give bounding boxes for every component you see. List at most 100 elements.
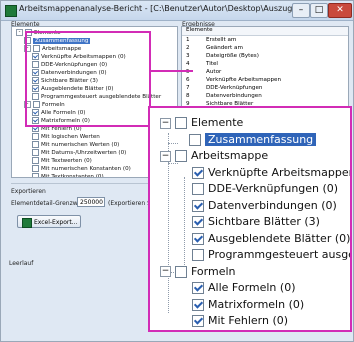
checkbox[interactable] <box>192 249 204 261</box>
tree-item-label: Mit numerischen Konstanten (0) <box>41 166 131 172</box>
checkbox[interactable] <box>175 150 187 162</box>
row-element-name: Verknüpfte Arbeitsmappen <box>206 77 282 83</box>
title-bar: Arbeitsmappenanalyse-Bericht - [C:\Benut… <box>1 1 353 21</box>
checkbox[interactable] <box>32 157 39 164</box>
checkbox[interactable] <box>175 265 187 278</box>
zoomed-tree-item-label: Verknüpfte Arbeitsmappen <box>208 165 352 179</box>
zoomed-tree-item-label: DDE-Verknüpfungen (0) <box>208 182 339 195</box>
row-index: 6 <box>186 77 190 83</box>
tree-item[interactable]: Mit Datums-/Uhrzeitwerten (0) <box>32 149 126 157</box>
zoomed-tree-item-label: Programmgesteuert ausge <box>208 248 352 261</box>
row-element-name: Geändert am <box>206 45 243 51</box>
collapse-toggle-icon[interactable]: - <box>16 29 23 36</box>
zoomed-tree-item: − Elemente <box>160 116 243 132</box>
zoom-source-highlight <box>25 31 151 127</box>
checked-checkbox[interactable] <box>192 199 204 212</box>
checked-checkbox[interactable] <box>192 216 204 228</box>
export-label: Exportieren <box>11 188 46 195</box>
checked-checkbox[interactable] <box>192 166 204 179</box>
tree-item[interactable]: Mit Textwerten (0) <box>32 157 92 165</box>
zoomed-tree-callout: − Elemente Zusammenfassung − Arbeitsmappe Ver… <box>148 106 352 332</box>
status-bar: Leerlauf <box>9 260 34 267</box>
checkbox[interactable] <box>175 117 187 129</box>
zoomed-tree-item-label: Sichtbare Blätter (3) <box>208 215 320 228</box>
zoomed-tree-item-label: Mit Fehlern (0) <box>208 314 289 327</box>
zoomed-tree-item: − Arbeitsmappe <box>160 149 268 165</box>
zoomed-tree-item: Programmgesteuert ausge <box>192 248 352 264</box>
checkbox[interactable] <box>32 141 39 148</box>
checked-checkbox[interactable] <box>192 232 204 245</box>
checkbox[interactable] <box>32 165 39 172</box>
row-index: 1 <box>186 37 190 43</box>
tree-item[interactable]: Mit numerischen Konstanten (0) <box>32 165 131 173</box>
zoomed-tree-item-label: Datenverbindungen (0) <box>208 198 337 212</box>
maximize-button[interactable]: □ <box>310 3 328 18</box>
checkbox[interactable] <box>192 183 204 195</box>
checked-checkbox[interactable] <box>192 315 204 327</box>
tree-item-label: Mit Textkonstanten (0) <box>41 174 104 178</box>
zoom-tree-line-group <box>184 177 185 275</box>
close-button[interactable]: ✕ <box>328 3 352 18</box>
tree-item-label: Mit Textwerten (0) <box>41 158 92 164</box>
table-row[interactable]: 7 DDE-Verknüpfungen <box>182 85 348 93</box>
results-table-header: Elemente <box>182 27 348 36</box>
zoomed-tree-item: − Formeln <box>160 265 236 281</box>
checkbox[interactable] <box>189 133 201 146</box>
tree-item[interactable]: Mit numerischen Werten (0) <box>32 141 119 149</box>
row-element-name: Titel <box>206 61 218 67</box>
excel-export-button[interactable]: Excel-Export... <box>17 215 81 228</box>
table-row[interactable]: 2 Geändert am <box>182 45 348 53</box>
row-index: 2 <box>186 45 190 51</box>
row-element-name: Dateigröße (Bytes) <box>206 53 259 59</box>
zoomed-tree-item: Datenverbindungen (0) <box>192 199 337 215</box>
row-element-name: Erstellt am <box>206 37 237 43</box>
tree-item[interactable]: Mit logischen Werten <box>32 133 100 141</box>
zoomed-tree-item: DDE-Verknüpfungen (0) <box>192 182 338 198</box>
table-row[interactable]: 8 Datenverbindungen <box>182 93 348 101</box>
row-index: 8 <box>186 93 190 99</box>
zoomed-tree-item: Sichtbare Blätter (3) <box>192 215 320 231</box>
zoomed-tree-item-label: Zusammenfassung <box>205 132 317 146</box>
zoomed-tree-item-label: Formeln <box>191 264 236 278</box>
table-row[interactable]: 3 Dateigröße (Bytes) <box>182 53 348 61</box>
table-row[interactable]: 6 Verknüpfte Arbeitsmappen <box>182 77 348 85</box>
minimize-button[interactable]: – <box>292 3 310 18</box>
app-window: Arbeitsmappenanalyse-Bericht - [C:\Benut… <box>0 0 354 342</box>
zoom-connector <box>151 70 193 72</box>
excel-export-label: Excel-Export... <box>34 219 78 226</box>
tree-item[interactable]: Mit Textkonstanten (0) <box>32 173 104 178</box>
zoomed-tree-item: Alle Formeln (0) <box>192 281 295 297</box>
zoomed-tree-item: Ausgeblendete Blätter (0) <box>192 232 350 248</box>
excel-export-icon <box>22 218 32 228</box>
zoomed-tree-item: Matrixformeln (0) <box>192 298 304 314</box>
row-index: 4 <box>186 61 190 67</box>
zoomed-tree-item: Mit Fehlern (0) <box>192 314 288 330</box>
row-index: 3 <box>186 53 190 59</box>
row-element-name: Datenverbindungen <box>206 93 262 99</box>
collapse-toggle-icon[interactable]: − <box>160 117 171 129</box>
row-index: 7 <box>186 85 190 91</box>
table-row[interactable]: 5 Autor <box>182 69 348 77</box>
tree-item-label: Mit numerischen Werten (0) <box>41 142 120 148</box>
collapse-toggle-icon[interactable]: − <box>160 150 171 162</box>
row-element-name: DDE-Verknüpfungen <box>206 85 263 91</box>
tree-item-label: Mit Datums-/Uhrzeitwerten (0) <box>41 150 127 156</box>
checkbox[interactable] <box>32 133 39 140</box>
tree-item-label: Mit logischen Werten <box>41 134 100 140</box>
table-row[interactable]: 4 Titel <box>182 61 348 69</box>
limit-input[interactable]: 250000 <box>77 197 105 207</box>
zoomed-tree-item-label: Matrixformeln (0) <box>208 297 305 311</box>
zoomed-tree-item-label: Ausgeblendete Blätter (0) <box>208 231 351 245</box>
zoomed-tree-item-label: Elemente <box>191 116 244 129</box>
checked-checkbox[interactable] <box>192 282 204 294</box>
checkbox[interactable] <box>32 149 39 156</box>
collapse-toggle-icon[interactable]: − <box>160 266 171 277</box>
zoomed-tree-item-label: Arbeitsmappe <box>191 149 269 162</box>
checkbox[interactable] <box>32 173 39 177</box>
table-row[interactable]: 1 Erstellt am <box>182 37 348 45</box>
export-section: Exportieren Elementdetail-Grenzwert: 250… <box>11 183 174 244</box>
checked-checkbox[interactable] <box>192 298 204 311</box>
zoomed-tree-item: Verknüpfte Arbeitsmappen <box>192 165 352 182</box>
excel-app-icon <box>5 5 17 17</box>
zoomed-tree-item: Zusammenfassung <box>176 132 317 149</box>
